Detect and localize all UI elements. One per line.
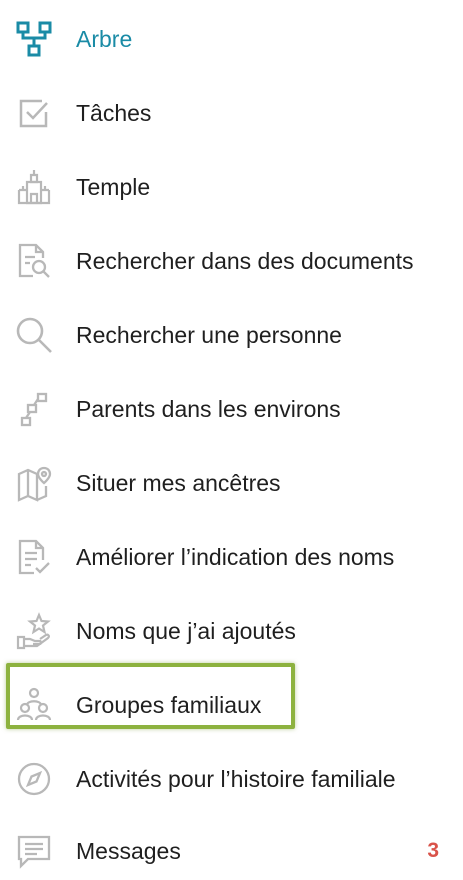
message-bubble-icon (14, 831, 54, 871)
menu-item-label: Temple (76, 173, 151, 200)
document-check-icon (14, 537, 54, 577)
menu-item-family-groups[interactable]: Groupes familiaux (0, 668, 463, 742)
map-pin-icon (14, 463, 54, 503)
menu-item-relatives-around-me[interactable]: Parents dans les environs (0, 372, 463, 446)
hand-star-icon (14, 611, 54, 651)
menu-item-search-person[interactable]: Rechercher une personne (0, 298, 463, 372)
menu-item-label: Améliorer l’indication des noms (76, 543, 395, 570)
tree-icon (14, 19, 54, 59)
navigation-menu: Arbre Tâches Temple Rechercher dans des … (0, 0, 463, 880)
menu-item-label: Rechercher dans des documents (76, 247, 414, 274)
temple-icon (14, 167, 54, 207)
menu-item-label: Noms que j’ai ajoutés (76, 617, 296, 644)
tasks-checkbox-icon (14, 93, 54, 133)
menu-item-map-ancestors[interactable]: Situer mes ancêtres (0, 446, 463, 520)
family-group-icon (14, 685, 54, 725)
menu-item-label: Tâches (76, 99, 152, 126)
magnifier-icon (14, 315, 54, 355)
menu-item-label: Arbre (76, 25, 133, 52)
menu-item-activities[interactable]: Activités pour l’histoire familiale (0, 742, 463, 816)
menu-item-label: Activités pour l’histoire familiale (76, 765, 396, 792)
menu-item-label: Messages (76, 837, 181, 864)
menu-item-label: Parents dans les environs (76, 395, 341, 422)
document-search-icon (14, 241, 54, 281)
menu-item-label: Rechercher une personne (76, 321, 342, 348)
menu-item-temple[interactable]: Temple (0, 150, 463, 224)
unread-count-badge: 3 (427, 839, 439, 862)
menu-item-tree[interactable]: Arbre (0, 2, 463, 76)
menu-item-tasks[interactable]: Tâches (0, 76, 463, 150)
menu-item-improve-names[interactable]: Améliorer l’indication des noms (0, 520, 463, 594)
compass-icon (14, 759, 54, 799)
menu-item-search-records[interactable]: Rechercher dans des documents (0, 224, 463, 298)
menu-item-label: Groupes familiaux (76, 691, 262, 718)
menu-item-label: Situer mes ancêtres (76, 469, 281, 496)
relatives-nearby-icon (14, 389, 54, 429)
menu-item-names-added[interactable]: Noms que j’ai ajoutés (0, 594, 463, 668)
menu-item-messages[interactable]: Messages 3 (0, 814, 463, 880)
